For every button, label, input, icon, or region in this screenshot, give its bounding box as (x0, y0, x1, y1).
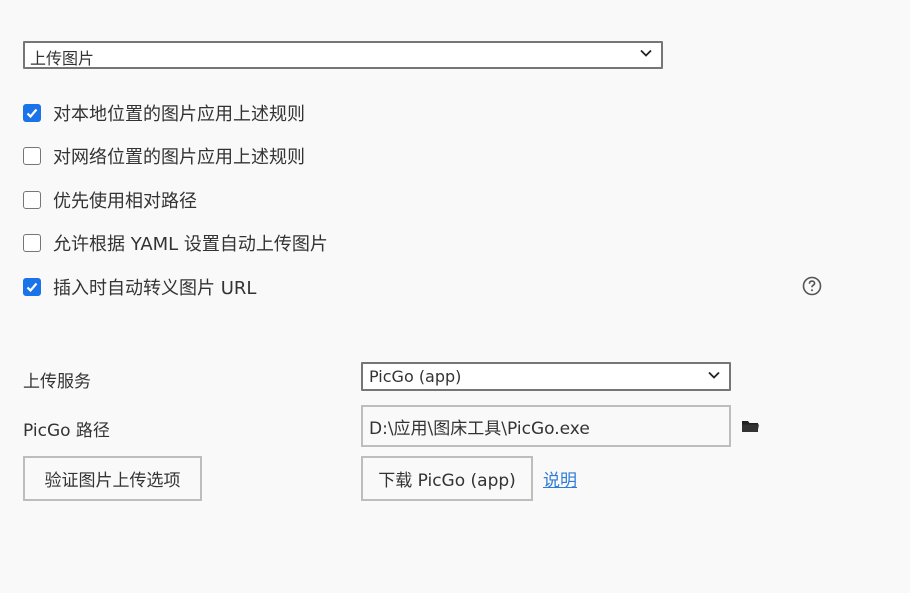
download-button-label: 下载 PicGo (app) (378, 471, 516, 491)
option-label: 允许根据 YAML 设置自动上传图片 (53, 234, 328, 255)
upload-service-value: PicGo (app) (369, 367, 462, 386)
option-apply-local[interactable]: 对本地位置的图片应用上述规则 (23, 100, 305, 126)
chevron-down-icon (640, 49, 652, 57)
picgo-path-label: PicGo 路径 (23, 421, 110, 441)
upload-service-label: 上传服务 (23, 372, 91, 392)
option-relative-path[interactable]: 优先使用相对路径 (23, 187, 197, 213)
validate-button-label: 验证图片上传选项 (44, 471, 181, 491)
image-upload-settings: 上传图片 对本地位置的图片应用上述规则 对网络位置的图片应用上述规则 优先使用相… (0, 0, 910, 593)
option-apply-network[interactable]: 对网络位置的图片应用上述规则 (23, 143, 305, 169)
option-label: 对本地位置的图片应用上述规则 (53, 104, 305, 125)
folder-icon[interactable] (741, 418, 760, 434)
help-link[interactable]: 说明 (543, 466, 577, 491)
upload-action-value: 上传图片 (30, 48, 95, 68)
download-picgo-button[interactable]: 下载 PicGo (app) (361, 456, 533, 501)
option-escape-url[interactable]: 插入时自动转义图片 URL (23, 274, 256, 300)
picgo-path-input[interactable]: D:\应用\图床工具\PicGo.exe (361, 405, 731, 447)
upload-action-select[interactable]: 上传图片 (23, 41, 663, 69)
validate-upload-button[interactable]: 验证图片上传选项 (23, 456, 202, 501)
option-yaml-auto-upload[interactable]: 允许根据 YAML 设置自动上传图片 (23, 230, 328, 256)
checkbox-unchecked[interactable] (23, 234, 41, 252)
upload-service-select[interactable]: PicGo (app) (361, 362, 731, 391)
option-label: 优先使用相对路径 (53, 191, 197, 212)
option-label: 对网络位置的图片应用上述规则 (53, 147, 305, 168)
checkbox-checked[interactable] (23, 278, 41, 296)
checkbox-unchecked[interactable] (23, 191, 41, 209)
checkbox-checked[interactable] (23, 104, 41, 122)
chevron-down-icon (708, 371, 720, 379)
checkbox-unchecked[interactable] (23, 147, 41, 165)
question-circle-icon[interactable] (802, 276, 822, 296)
picgo-path-value: D:\应用\图床工具\PicGo.exe (369, 418, 590, 439)
option-label: 插入时自动转义图片 URL (53, 278, 257, 299)
